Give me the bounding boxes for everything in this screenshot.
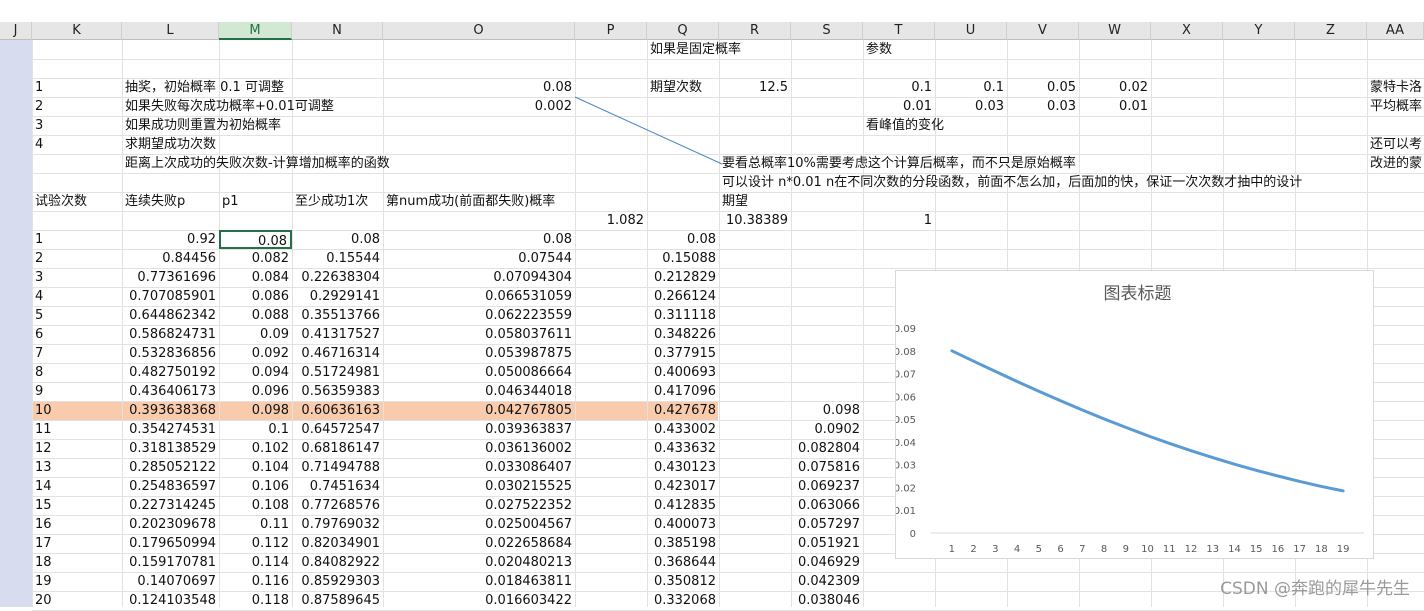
series-line [950,349,1345,493]
data-point [1342,490,1344,492]
data-point [1190,449,1192,452]
data-point [1146,434,1149,437]
data-point [1124,426,1127,429]
column-header-p[interactable]: P [575,22,647,40]
x-tick-label: 6 [1057,544,1063,555]
y-tick-label: 0.08 [896,347,916,358]
x-tick-label: 15 [1250,544,1263,555]
data-point [1298,480,1301,483]
x-tick-label: 8 [1101,544,1107,555]
column-header-t[interactable]: T [863,22,935,40]
column-header-j[interactable]: J [0,22,32,40]
data-point [1038,390,1040,393]
x-tick-label: 18 [1315,544,1328,555]
toolbar-strip [0,0,1424,22]
column-header-l[interactable]: L [122,22,219,40]
x-tick-label: 5 [1036,544,1042,555]
column-header-z[interactable]: Z [1295,22,1367,40]
column-header-m[interactable]: M [219,22,292,40]
y-tick-label: 0.03 [896,461,916,472]
x-tick-label: 1 [949,544,955,555]
data-point [1016,380,1018,383]
y-tick-label: 0.09 [896,324,916,335]
data-point [972,360,975,362]
x-tick-label: 11 [1163,544,1176,555]
column-header-r[interactable]: R [719,22,791,40]
line-chart[interactable]: 图表标题 0 0.01 0.02 0.03 0.04 0.05 0.06 0.07 0.08 0.0… [895,270,1374,559]
connector-line [574,96,723,165]
x-tick-label: 13 [1206,544,1219,555]
x-tick-label: 17 [1293,544,1306,555]
column-header-k[interactable]: K [32,22,122,40]
data-point [1233,463,1236,465]
x-tick-label: 7 [1079,544,1085,555]
data-point [1255,469,1257,472]
y-tick-label: 0.01 [896,506,916,517]
chart-title: 图表标题 [1104,284,1172,304]
data-point [951,349,953,352]
data-point [1320,485,1323,488]
data-point [994,370,997,373]
data-point [1277,475,1279,477]
chart-svg: 图表标题 0 0.01 0.02 0.03 0.04 0.05 0.06 0.07 0.08 0.0… [896,284,1364,555]
y-tick-label: 0.07 [896,370,916,381]
x-tick-label: 2 [970,544,976,555]
x-tick-label: 12 [1185,544,1198,555]
column-header-v[interactable]: V [1007,22,1079,40]
column-header-bar: J K L M N O P Q R S T U V W X Y Z AA [0,22,1424,40]
data-point [1168,442,1171,445]
x-tick-label: 9 [1123,544,1129,555]
x-tick-label: 19 [1337,544,1350,555]
x-tick-label: 14 [1228,544,1241,555]
column-header-x[interactable]: X [1151,22,1223,40]
column-header-n[interactable]: N [292,22,383,40]
x-tick-label: 4 [1014,544,1020,555]
data-point [1081,409,1084,411]
data-point [1211,456,1214,459]
y-tick-label: 0.05 [896,415,916,426]
column-header-s[interactable]: S [791,22,863,40]
column-header-y[interactable]: Y [1223,22,1295,40]
x-tick-label: 16 [1272,544,1285,555]
column-header-q[interactable]: Q [647,22,719,40]
watermark-text: CSDN @奔跑的犀牛先生 [1220,579,1410,599]
row-header-strip[interactable] [0,40,33,607]
x-tick-label: 10 [1141,544,1154,555]
column-header-w[interactable]: W [1079,22,1151,40]
column-header-o[interactable]: O [383,22,575,40]
data-point [1059,400,1062,402]
data-point [1103,418,1105,420]
y-tick-label: 0.04 [896,438,916,449]
y-tick-label: 0.06 [896,392,916,403]
x-tick-label: 3 [992,544,998,555]
column-header-u[interactable]: U [935,22,1007,40]
y-tick-label: 0.02 [896,483,916,494]
column-header-aa[interactable]: AA [1367,22,1424,40]
y-tick-label: 0 [910,529,916,540]
